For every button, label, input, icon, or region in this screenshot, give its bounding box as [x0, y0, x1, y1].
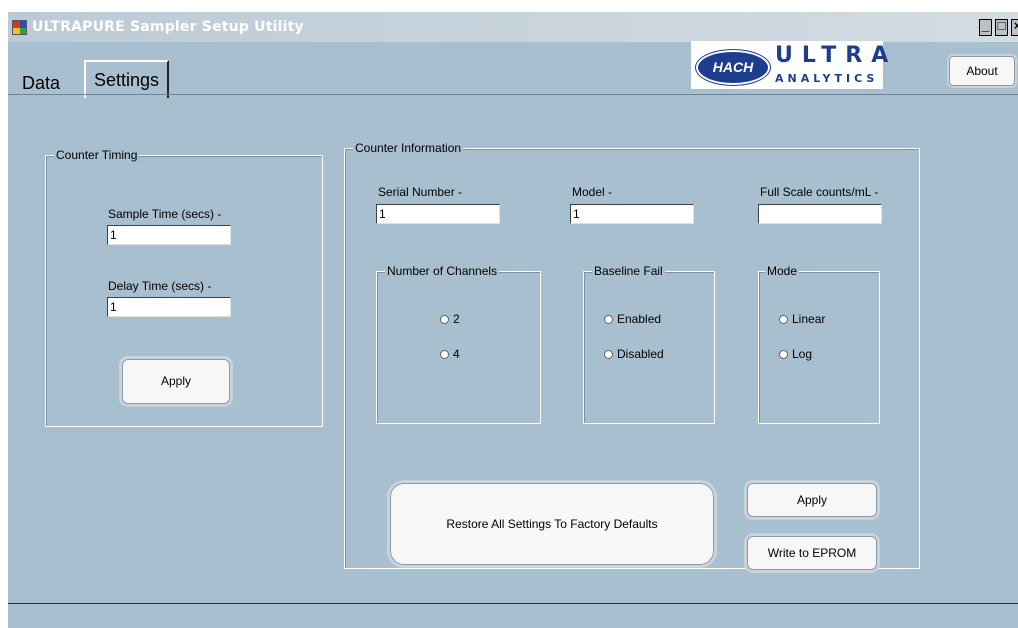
write-eprom-button[interactable]: Write to EPROM: [747, 536, 877, 570]
serial-number-label: Serial Number -: [378, 185, 463, 199]
channels-2-radio[interactable]: 2: [440, 312, 460, 326]
counter-timing-group: Counter Timing Sample Time (secs) - 1 De…: [45, 148, 323, 427]
baseline-fail-title: Baseline Fail: [592, 264, 665, 278]
serial-number-input[interactable]: 1: [376, 204, 500, 224]
channels-4-label: 4: [453, 347, 460, 361]
app-icon: [12, 20, 27, 35]
radio-circle-icon: [779, 349, 788, 359]
window-title: ULTRAPURE Sampler Setup Utility: [32, 19, 304, 35]
radio-circle-icon: [604, 314, 613, 324]
bottom-divider: [8, 603, 1018, 604]
mode-log-radio[interactable]: Log: [779, 347, 812, 361]
model-label: Model -: [572, 185, 613, 199]
baseline-enabled-radio[interactable]: Enabled: [604, 312, 661, 326]
full-scale-label: Full Scale counts/mL -: [760, 185, 879, 199]
radio-circle-icon: [779, 314, 788, 324]
logo-analytics-text: ANALYTICS: [775, 72, 879, 85]
channels-title: Number of Channels: [385, 264, 500, 278]
hach-ultra-logo: HACH ULTRA ANALYTICS: [691, 41, 888, 89]
channels-group: Number of Channels 2 4: [376, 264, 541, 424]
tab-data[interactable]: Data: [16, 73, 66, 94]
close-button[interactable]: ×: [1011, 19, 1018, 36]
baseline-enabled-label: Enabled: [617, 312, 662, 326]
model-input[interactable]: 1: [570, 204, 694, 224]
app-window: ULTRAPURE Sampler Setup Utility _ □ × Da…: [8, 12, 1018, 628]
radio-circle-icon: [440, 349, 449, 359]
title-bar: ULTRAPURE Sampler Setup Utility _ □ ×: [8, 12, 1018, 42]
sample-time-input[interactable]: 1: [107, 225, 231, 245]
counter-timing-title: Counter Timing: [54, 148, 140, 162]
maximize-button[interactable]: □: [995, 19, 1008, 36]
mode-linear-label: Linear: [792, 312, 826, 326]
logo-ultra-text: ULTRA: [775, 43, 898, 68]
counter-information-title: Counter Information: [353, 141, 464, 155]
radio-circle-icon: [440, 314, 449, 324]
restore-defaults-button[interactable]: Restore All Settings To Factory Defaults: [390, 483, 714, 565]
delay-time-label: Delay Time (secs) -: [108, 279, 212, 293]
baseline-disabled-label: Disabled: [617, 347, 664, 361]
minimize-button[interactable]: _: [979, 19, 992, 36]
timing-apply-button[interactable]: Apply: [122, 359, 230, 404]
counter-information-group: Counter Information Serial Number - 1 Mo…: [344, 141, 920, 570]
info-apply-button[interactable]: Apply: [747, 483, 877, 517]
mode-log-label: Log: [792, 347, 813, 361]
channels-4-radio[interactable]: 4: [440, 347, 460, 361]
baseline-disabled-radio[interactable]: Disabled: [604, 347, 664, 361]
delay-time-input[interactable]: 1: [107, 297, 231, 317]
tab-settings[interactable]: Settings: [84, 60, 170, 98]
full-scale-input[interactable]: [758, 204, 882, 224]
about-button[interactable]: About: [949, 56, 1015, 86]
sample-time-label: Sample Time (secs) -: [108, 207, 222, 221]
radio-circle-icon: [604, 349, 613, 359]
baseline-fail-group: Baseline Fail Enabled Disabled: [583, 264, 715, 424]
tab-divider: [8, 94, 1018, 95]
channels-2-label: 2: [453, 312, 460, 326]
mode-linear-radio[interactable]: Linear: [779, 312, 825, 326]
mode-title: Mode: [765, 264, 800, 278]
mode-group: Mode Linear Log: [758, 264, 880, 424]
hach-logo-oval: HACH: [696, 50, 770, 85]
